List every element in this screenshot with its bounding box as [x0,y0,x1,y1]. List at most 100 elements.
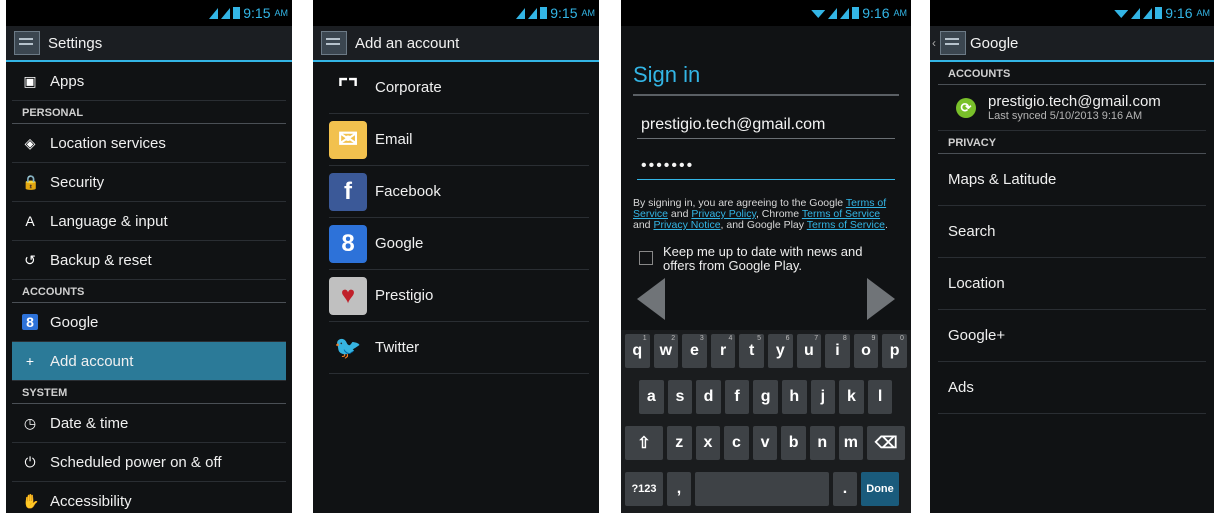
key-h[interactable]: h [781,380,807,414]
account-type-twitter[interactable]: 🐦 Twitter [329,322,589,374]
key-p[interactable]: p0 [882,334,907,368]
next-arrow-icon[interactable] [867,278,895,320]
shift-key[interactable]: ⇧ [625,426,663,460]
settings-app-icon[interactable] [14,31,40,55]
key-k[interactable]: k [839,380,864,414]
settings-item-location-services[interactable]: ◈ Location services [12,124,286,163]
settings-item-label: Security [50,173,105,191]
key-v[interactable]: v [752,426,778,460]
settings-item-backup-reset[interactable]: ↺ Backup & reset [12,241,286,280]
settings-item-label: Location services [50,134,166,152]
clock-ampm: AM [581,8,596,18]
sync-icon: ⟳ [956,97,976,118]
settings-item-security[interactable]: 🔒 Security [12,163,286,202]
key-number-hint: 3 [699,335,704,342]
settings-item-date-time[interactable]: ◷ Date & time [12,404,286,443]
google-play-terms-link[interactable]: Terms of Service [807,219,885,231]
settings-app-icon[interactable] [940,31,966,55]
key-u[interactable]: u7 [796,334,822,368]
corporate-icon: ⌜⌝ [329,68,367,107]
terms-text: By signing in, you are agreeing to the G… [621,186,911,231]
settings-item-add-account[interactable]: + Add account [12,342,286,381]
wifi-icon [1114,10,1129,18]
settings-item-scheduled-power-on-off[interactable]: ⏻ Scheduled power on & off [12,443,286,482]
clock-ampm: AM [1196,8,1211,18]
key-a[interactable]: a [639,380,664,414]
symbols-key[interactable]: ?123 [625,472,663,506]
key-f[interactable]: f [724,380,750,414]
settings-item-language-input[interactable]: A Language & input [12,202,286,241]
done-key[interactable]: Done [861,472,899,506]
terms-text-part: , and Google Play [720,219,807,231]
privacy-item-ads[interactable]: Ads [938,362,1206,414]
account-type-corporate[interactable]: ⌜⌝ Corporate [329,62,589,114]
privacy-item-location[interactable]: Location [938,258,1206,310]
action-bar: Add an account [313,26,599,62]
key-label: . [842,480,848,497]
key-j[interactable]: j [810,380,836,414]
signal-icon [209,7,219,19]
settings-item-accessibility[interactable]: ✋ Accessibility [12,482,286,513]
up-chevron-icon[interactable]: ‹ [932,36,936,50]
key-b[interactable]: b [781,426,806,460]
key-w[interactable]: w2 [653,334,679,368]
account-type-prestigio[interactable]: ♥ Prestigio [329,270,589,322]
facebook-icon: f [329,172,367,211]
key-q[interactable]: q1 [625,334,650,368]
backspace-key[interactable]: ⌫ [867,426,906,460]
key-z[interactable]: z [667,426,692,460]
email-field[interactable]: prestigio.tech@gmail.com [637,104,895,139]
privacy-item-search[interactable]: Search [938,206,1206,258]
account-type-email[interactable]: ✉ Email [329,114,589,166]
section-header-accounts: ACCOUNTS [12,280,286,303]
key-x[interactable]: x [695,426,721,460]
key-number-hint: 0 [900,335,904,342]
settings-screen: 9:15 AM Settings ▣ Apps PERSONAL ◈ Location s… [6,0,292,513]
newsletter-checkbox[interactable] [639,251,653,265]
account-type-google[interactable]: 8 Google [329,218,589,270]
back-arrow-icon[interactable] [637,278,665,320]
settings-item-google[interactable]: 8 Google [12,303,286,342]
key-s[interactable]: s [667,380,693,414]
key-i[interactable]: i8 [825,334,850,368]
settings-item-label: Google [50,313,99,331]
key-t[interactable]: t5 [739,334,764,368]
signal-icon [840,7,850,19]
key-l[interactable]: l [867,380,893,414]
key-number-hint: 2 [671,335,676,342]
key-r[interactable]: r4 [710,334,736,368]
privacy-item-google[interactable]: Google+ [938,310,1206,362]
password-field[interactable]: ••••••• [637,145,895,180]
settings-item-apps[interactable]: ▣ Apps [12,62,286,101]
battery-icon [233,7,241,19]
account-type-list: ⌜⌝ Corporate ✉ Email f Facebook 8 Google ♥ Presti… [313,62,599,374]
status-bar: 9:16 AM [621,0,911,26]
comma-key[interactable]: , [667,472,691,506]
newsletter-option[interactable]: Keep me up to date with news and offers … [621,231,911,273]
key-o[interactable]: o9 [853,334,879,368]
key-label: t [749,342,755,359]
key-e[interactable]: e3 [682,334,707,368]
key-d[interactable]: d [696,380,721,414]
key-n[interactable]: n [809,426,835,460]
account-type-label: Facebook [375,183,441,200]
settings-app-icon[interactable] [321,31,347,55]
clock-time: 9:15 [243,5,271,21]
key-number-hint: 6 [785,335,790,342]
key-m[interactable]: m [838,426,864,460]
privacy-notice-link[interactable]: Privacy Notice [653,219,720,231]
key-label: f [734,388,740,405]
status-bar: 9:15 AM [313,0,599,26]
google-icon: 8 [329,224,367,263]
privacy-item-maps-latitude[interactable]: Maps & Latitude [938,154,1206,206]
space-bar[interactable] [695,472,829,506]
plus-icon: + [25,353,35,369]
period-key[interactable]: . [833,472,857,506]
key-c[interactable]: c [724,426,749,460]
newsletter-label: Keep me up to date with news and offers … [663,244,863,273]
privacy-header: PRIVACY [938,131,1206,154]
account-type-facebook[interactable]: f Facebook [329,166,589,218]
key-y[interactable]: y6 [767,334,793,368]
account-entry[interactable]: ⟳ prestigio.tech@gmail.com Last synced 5… [938,85,1206,131]
key-g[interactable]: g [753,380,778,414]
